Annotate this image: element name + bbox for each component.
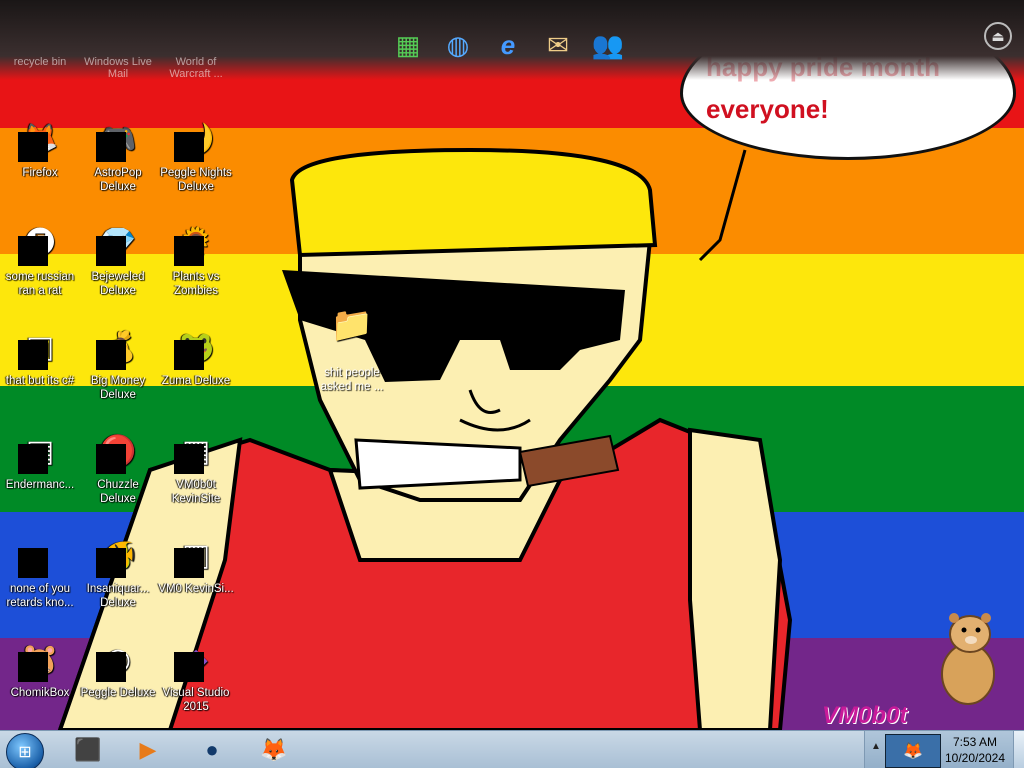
- desktop-icon-peggle-deluxe[interactable]: ◉ Peggle Deluxe: [78, 638, 158, 700]
- desktop-icon-label: ChomikBox: [10, 687, 70, 699]
- fish-icon: 🐠: [96, 534, 140, 578]
- desktop-icon-big-money[interactable]: 💰 Big Money Deluxe: [78, 326, 158, 402]
- spreadsheet-icon[interactable]: ▦: [388, 25, 428, 65]
- desktop-icon-label: Big Money Deluxe: [90, 375, 146, 401]
- desktop-icon-vm0-kevinsite[interactable]: ▥ VM0 KevinSi...: [156, 534, 236, 596]
- taskbar-app-1[interactable]: ⬛: [62, 733, 114, 767]
- desktop-icon-insaniquarium[interactable]: 🐠 Insaniquar... Deluxe: [78, 534, 158, 610]
- show-desktop-button[interactable]: [1013, 731, 1024, 768]
- desktop-icon-label: some russian ran a rat: [5, 271, 75, 297]
- desktop-icon-vm0b0t-kevinsite[interactable]: ▦ VM0b0t KevinSite: [156, 430, 236, 506]
- window-stack-icon: ▣: [18, 326, 62, 370]
- faded-label-recycle-bin: recycle bin: [13, 56, 67, 68]
- peggle-icon: ◉: [96, 638, 140, 682]
- taskbar-firefox[interactable]: 🦊: [248, 733, 300, 767]
- website-shortcut-icon: ▦: [174, 430, 218, 474]
- desktop-icon-label: Firefox: [22, 167, 58, 179]
- firefox-icon: 🦊: [18, 118, 62, 162]
- faded-label-mail: Windows Live Mail: [84, 56, 152, 80]
- system-tray: ▲ 🦊 7:53 AM 10/20/2024: [864, 731, 1024, 768]
- wallpaper-watermark: VM0b0t: [822, 702, 908, 729]
- globe-search-icon[interactable]: ◍: [438, 25, 478, 65]
- folder-icon: 📁: [330, 306, 374, 344]
- money-bag-icon: 💰: [96, 326, 140, 370]
- desktop-icon-bejeweled[interactable]: 💎 Bejeweled Deluxe: [78, 222, 158, 298]
- desktop-icon-label: Insaniquar... Deluxe: [86, 583, 150, 609]
- console-window-icon: ▤: [18, 430, 62, 474]
- mail-icon[interactable]: ✉: [538, 25, 578, 65]
- astropop-icon: 🎮: [96, 118, 140, 162]
- desktop-icon-firefox[interactable]: 🦊 Firefox: [0, 118, 80, 180]
- desktop-icon-endermanc[interactable]: ▤ Endermanc...: [0, 430, 80, 492]
- desktop-icon-label: Zuma Deluxe: [161, 375, 231, 387]
- desktop-icon-folder[interactable]: 📁 shit people asked me ...: [316, 306, 388, 394]
- desktop-icon-label: Peggle Nights Deluxe: [160, 167, 232, 193]
- desktop-icon-astropop[interactable]: 🎮 AstroPop Deluxe: [78, 118, 158, 194]
- tray-app-icon[interactable]: 🦊: [885, 734, 941, 768]
- desktop-icon-peggle-nights[interactable]: 🌙 Peggle Nights Deluxe: [156, 118, 236, 194]
- clock-date: 10/20/2024: [944, 751, 1006, 765]
- zuma-icon: 🐸: [174, 326, 218, 370]
- desktop-icon-label: none of you retards kno...: [6, 583, 74, 609]
- document-shortcut-icon: ▥: [174, 534, 218, 578]
- desktop-icon-zuma[interactable]: 🐸 Zuma Deluxe: [156, 326, 236, 388]
- bejeweled-icon: 💎: [96, 222, 140, 266]
- desktop-icon-label: VM0 KevinSi...: [158, 583, 234, 595]
- internet-explorer-icon[interactable]: e: [488, 25, 528, 65]
- desktop-icon-label: that but its c#: [5, 375, 75, 387]
- desktop-icon-visual-studio[interactable]: ◆ Visual Studio 2015: [156, 638, 236, 714]
- clock-time: 7:53 AM: [952, 735, 998, 749]
- desktop-icon-label: Peggle Deluxe: [80, 687, 156, 699]
- desktop-icon-russian-rat[interactable]: 🅔 some russian ran a rat: [0, 222, 80, 298]
- desktop-icon-label: AstroPop Deluxe: [94, 167, 142, 193]
- firefox-icon: 🦊: [260, 737, 288, 762]
- desktop-icon-label: Visual Studio 2015: [162, 687, 230, 713]
- visual-studio-icon: ◆: [174, 638, 218, 682]
- desktop-icon-chomikbox[interactable]: 🐹 ChomikBox: [0, 638, 80, 700]
- desktop-icon-label: Endermanc...: [5, 479, 75, 491]
- chuzzle-icon: 🔴: [96, 430, 140, 474]
- desktop-icon-plants-vs-zombies[interactable]: 🌻 Plants vs Zombies: [156, 222, 236, 298]
- rat-app-icon: 🅔: [18, 222, 62, 266]
- desktop-icon-label: Plants vs Zombies: [172, 271, 220, 297]
- media-player-icon: ▶: [139, 737, 157, 762]
- desktop-icon-label: shit people asked me ...: [320, 367, 384, 393]
- desktop-icon-that-but-csharp[interactable]: ▣ that but its c#: [0, 326, 80, 388]
- desktop-icon-label: Chuzzle Deluxe: [97, 479, 139, 505]
- top-dock-strip: recycle bin Windows Live Mail World of W…: [0, 0, 1024, 80]
- desktop: happy pride month everyone! recycle bin …: [0, 0, 1024, 768]
- red-circle-app-icon: ◐: [18, 534, 62, 578]
- black-box-icon: ⬛: [74, 737, 102, 762]
- taskbar-media-player[interactable]: ▶: [122, 733, 174, 767]
- faded-icon-labels: recycle bin Windows Live Mail World of W…: [0, 56, 240, 84]
- top-dock: ▦ ◍ e ✉ 👥: [388, 22, 628, 68]
- hamster-box-icon: 🐹: [18, 638, 62, 682]
- dock-settings-icon[interactable]: ⏏: [984, 22, 1012, 50]
- taskbar-app-3[interactable]: ●: [186, 733, 238, 767]
- faded-label-wow: World of Warcraft ...: [169, 56, 223, 80]
- dark-globe-icon: ●: [205, 737, 219, 762]
- taskbar-clock[interactable]: 7:53 AM 10/20/2024: [943, 734, 1007, 766]
- taskbar: ⊞ ⬛ ▶ ● 🦊 ▲ 🦊 7:53 AM 10/20/2024: [0, 730, 1024, 768]
- desktop-icon-label: VM0b0t KevinSite: [171, 479, 221, 505]
- messenger-icon[interactable]: 👥: [588, 25, 628, 65]
- peggle-nights-icon: 🌙: [174, 118, 218, 162]
- desktop-icon-chuzzle[interactable]: 🔴 Chuzzle Deluxe: [78, 430, 158, 506]
- desktop-icon-none-of-you[interactable]: ◐ none of you retards kno...: [0, 534, 80, 610]
- desktop-icon-label: Bejeweled Deluxe: [91, 271, 145, 297]
- hamster-mascot-icon: [941, 613, 995, 705]
- speech-bubble-line-2: everyone!: [706, 94, 829, 124]
- windows-orb-icon[interactable]: ⊞: [6, 733, 44, 768]
- plants-vs-zombies-icon: 🌻: [174, 222, 218, 266]
- show-hidden-icons-chevron-icon[interactable]: ▲: [871, 741, 881, 752]
